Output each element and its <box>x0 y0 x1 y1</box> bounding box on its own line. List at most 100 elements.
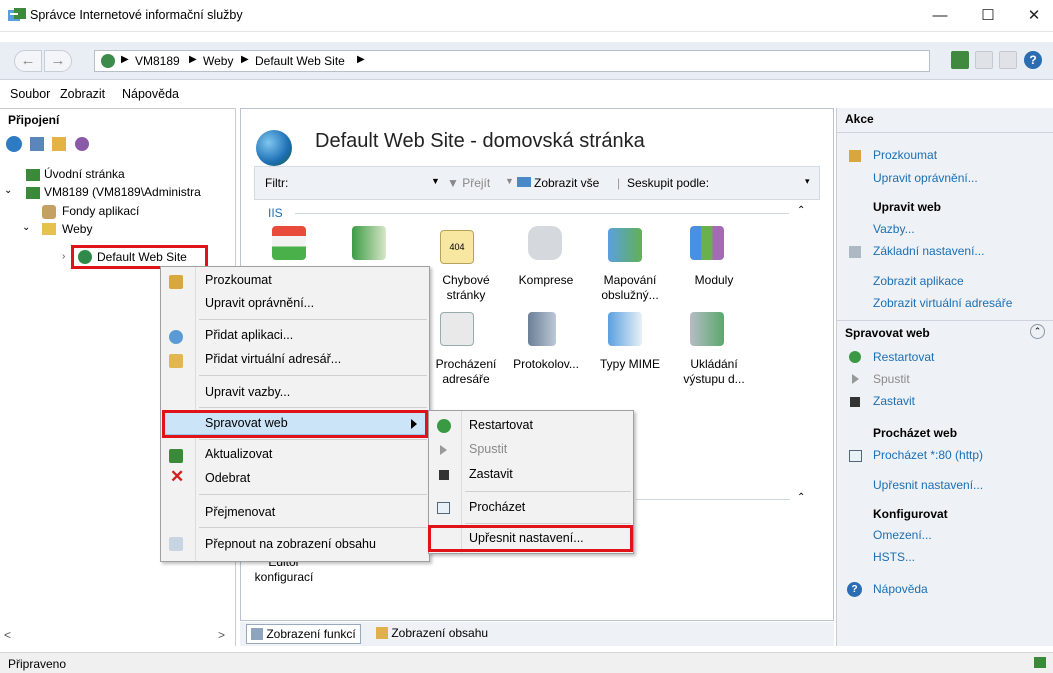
basic-settings-icon <box>849 246 861 258</box>
collapse-group-icon[interactable]: ⌃ <box>797 205 805 216</box>
group-iis-label: IIS <box>268 206 283 220</box>
group-by-label[interactable]: Seskupit podle: <box>627 176 709 190</box>
tree-app-pools[interactable]: Fondy aplikací <box>62 204 139 218</box>
output-caching-icon[interactable] <box>690 312 724 346</box>
menu-bar: Soubor Zobrazit Nápověda <box>0 83 1053 107</box>
handler-mappings-icon[interactable] <box>608 228 642 262</box>
action-view-vdirs[interactable]: Zobrazit virtuální adresáře <box>873 296 1012 310</box>
forward-button[interactable]: → <box>44 50 72 72</box>
feature-compression[interactable]: Komprese <box>506 273 586 288</box>
scroll-right-icon[interactable]: > <box>218 628 225 642</box>
error-pages-icon[interactable]: 404 <box>440 230 474 264</box>
refresh-icon[interactable] <box>951 51 969 69</box>
logging-icon[interactable] <box>528 312 556 346</box>
filter-dropdown-icon[interactable]: ▼ <box>431 176 440 186</box>
tab-content-view[interactable]: Zobrazení obsahu <box>376 626 488 640</box>
remove-icon: ✕ <box>170 467 185 486</box>
tree-sites[interactable]: Weby <box>62 222 92 236</box>
directory-browsing-icon[interactable] <box>440 312 474 346</box>
section-edit-site: Upravit web <box>873 200 942 214</box>
feature-error-pages[interactable]: Chybové stránky <box>426 273 506 303</box>
address-bar: ← → ▶ VM8189 ▶ Weby ▶ Default Web Site ▶… <box>0 42 1053 80</box>
crumb-default-site[interactable]: Default Web Site <box>255 54 345 68</box>
action-basic-settings[interactable]: Základní nastavení... <box>873 244 984 258</box>
maximize-button[interactable]: ☐ <box>968 4 1008 28</box>
submenu-stop[interactable]: Zastavit <box>469 467 513 481</box>
address-path[interactable]: ▶ VM8189 ▶ Weby ▶ Default Web Site ▶ <box>94 50 930 72</box>
submenu-browse[interactable]: Procházet <box>469 500 525 514</box>
start-page-icon <box>26 169 40 181</box>
collapse-section-icon[interactable]: ⌃ <box>1030 324 1045 339</box>
mime-types-icon[interactable] <box>608 312 642 346</box>
scroll-left-icon[interactable]: < <box>4 628 11 642</box>
menu-view[interactable]: Zobrazit <box>60 87 105 101</box>
action-explore[interactable]: Prozkoumat <box>873 148 937 162</box>
modules-icon[interactable] <box>690 226 724 260</box>
action-start: Spustit <box>873 372 910 386</box>
tree-expand-sites[interactable]: ⌄ <box>22 222 30 233</box>
authentication-icon[interactable] <box>272 226 306 260</box>
menu-help[interactable]: Nápověda <box>122 87 179 101</box>
collapse-group-2-icon[interactable]: ⌃ <box>797 492 805 503</box>
website-globe-icon <box>78 250 92 264</box>
action-limits[interactable]: Omezení... <box>873 528 932 542</box>
crumb-server[interactable]: VM8189 <box>135 54 180 68</box>
menu-refresh[interactable]: Aktualizovat <box>205 447 272 461</box>
menu-explore[interactable]: Prozkoumat <box>205 273 272 287</box>
menu-add-application[interactable]: Přidat aplikaci... <box>205 328 293 342</box>
menu-file[interactable]: Soubor <box>10 87 50 101</box>
action-stop[interactable]: Zastavit <box>873 394 915 408</box>
tree-server[interactable]: VM8189 (VM8189\Administra <box>44 185 201 199</box>
refresh-menu-icon <box>169 449 183 463</box>
go-button[interactable]: ▼ Přejít <box>447 176 490 190</box>
action-hsts[interactable]: HSTS... <box>873 550 915 564</box>
section-browse-site: Procházet web <box>873 426 958 440</box>
tree-default-site[interactable]: Default Web Site <box>97 250 187 264</box>
globe-icon <box>101 54 115 68</box>
action-restart[interactable]: Restartovat <box>873 350 934 364</box>
tree-expand-server[interactable]: ⌄ <box>4 185 12 196</box>
connections-header: Připojení <box>8 113 60 127</box>
home-icon[interactable] <box>999 51 1017 69</box>
feature-output-caching[interactable]: Ukládání výstupu d... <box>674 357 754 387</box>
feature-logging[interactable]: Protokolov... <box>506 357 586 372</box>
action-edit-permissions[interactable]: Upravit oprávnění... <box>873 171 978 185</box>
action-browse-80[interactable]: Procházet *:80 (http) <box>873 448 983 462</box>
show-all-button[interactable]: Zobrazit vše <box>517 176 599 190</box>
action-help[interactable]: Nápověda <box>873 582 928 596</box>
connect-icon[interactable] <box>6 136 22 152</box>
back-button[interactable]: ← <box>14 50 42 72</box>
menu-edit-permissions[interactable]: Upravit oprávnění... <box>205 296 314 310</box>
compression-icon[interactable] <box>528 226 562 260</box>
feature-handler-mappings[interactable]: Mapování obslužný... <box>590 273 670 303</box>
menu-switch-content-view[interactable]: Přepnout na zobrazení obsahu <box>205 537 376 551</box>
action-advanced-settings[interactable]: Upřesnit nastavení... <box>873 478 983 492</box>
feature-mime-types[interactable]: Typy MIME <box>590 357 670 372</box>
help-icon[interactable]: ? <box>1024 51 1042 69</box>
tree-expand-default-site[interactable]: › <box>62 251 65 262</box>
sites-folder-icon <box>42 223 56 235</box>
tree-start-page[interactable]: Úvodní stránka <box>44 167 125 181</box>
crumb-sites[interactable]: Weby <box>203 54 233 68</box>
menu-rename[interactable]: Přejmenovat <box>205 505 275 519</box>
minimize-button[interactable]: — <box>920 4 960 28</box>
disconnect-icon[interactable] <box>75 137 89 151</box>
menu-add-vdir[interactable]: Přidat virtuální adresář... <box>205 352 341 366</box>
toolbar-overflow-icon[interactable]: ▾ <box>805 176 810 187</box>
stop-icon[interactable] <box>975 51 993 69</box>
menu-remove[interactable]: Odebrat <box>205 471 250 485</box>
feature-modules[interactable]: Moduly <box>674 273 754 288</box>
feature-directory-browsing[interactable]: Procházení adresáře <box>426 357 506 387</box>
show-all-icon <box>517 177 531 187</box>
default-document-icon[interactable] <box>352 226 386 260</box>
iis-manager-window: Správce Internetové informační služby — … <box>0 0 1053 673</box>
menu-edit-bindings[interactable]: Upravit vazby... <box>205 385 290 399</box>
up-icon[interactable] <box>52 137 66 151</box>
submenu-restart[interactable]: Restartovat <box>469 418 533 432</box>
app-pools-icon <box>42 205 56 219</box>
action-bindings[interactable]: Vazby... <box>873 222 915 236</box>
tab-features-view[interactable]: Zobrazení funkcí <box>246 624 361 644</box>
action-view-applications[interactable]: Zobrazit aplikace <box>873 274 964 288</box>
save-icon[interactable] <box>30 137 44 151</box>
close-button[interactable]: ✕ <box>1014 4 1053 28</box>
